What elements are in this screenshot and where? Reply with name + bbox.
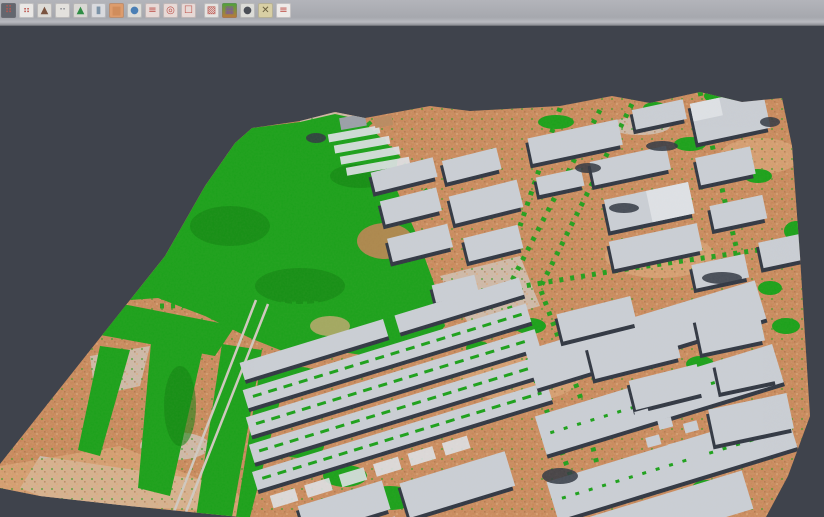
report-flag-icon[interactable]: ≡ [276,3,291,18]
globe-view-icon[interactable]: ● [127,3,142,18]
sparse-cloud-icon[interactable]: ⠒ [55,3,70,18]
point-cloud-viewer-window: ⠿⠶▲⠒▲▮▆●≡◎☐▨▦●✕≡ [0,0,824,517]
target-center-icon[interactable]: ◎ [163,3,178,18]
3d-viewport[interactable] [0,26,824,517]
main-toolbar: ⠿⠶▲⠒▲▮▆●≡◎☐▨▦●✕≡ [0,0,824,26]
classified-point-cloud-scene [0,26,824,517]
photo-view-icon[interactable]: ● [240,3,255,18]
layer-list-icon[interactable]: ≡ [145,3,160,18]
terrain-dtm-icon[interactable]: ▲ [37,3,52,18]
colored-point-cloud-icon[interactable]: ⠿ [1,3,16,18]
marker-points-icon[interactable]: ✕ [258,3,273,18]
surface-dsm-icon[interactable]: ▲ [73,3,88,18]
profile-view-icon[interactable]: ▮ [91,3,106,18]
zoom-extent-icon[interactable]: ☐ [181,3,196,18]
orthophoto-icon[interactable]: ▆ [109,3,124,18]
classification-map-icon[interactable]: ▦ [222,3,237,18]
classified-points-icon[interactable]: ⠶ [19,3,34,18]
clip-region-icon[interactable]: ▨ [204,3,219,18]
